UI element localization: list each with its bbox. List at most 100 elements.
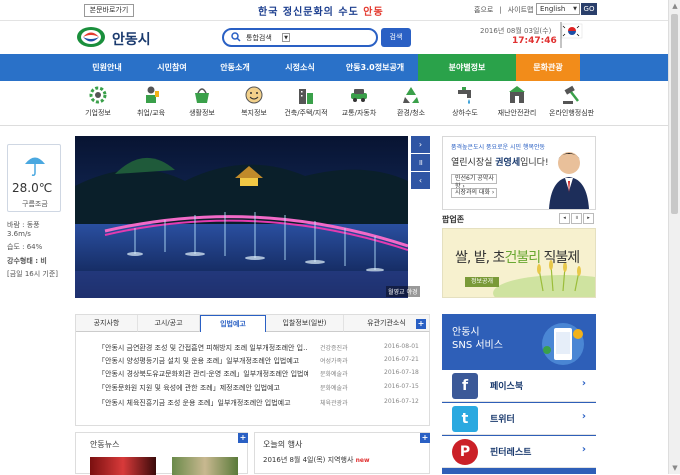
popup-zone-title: 팝업존 [442,215,465,224]
chevron-down-icon[interactable]: ▼ [282,33,290,42]
quick-item-business[interactable]: 기업정보 [76,85,120,118]
today-events-box: 오늘의 행사 + 2016년 8월 4일(목) 지역행사 new [254,432,430,474]
search-button[interactable]: 검색 [381,28,411,47]
home-link[interactable]: 홈으로 [474,6,493,14]
nav-item-intro[interactable]: 안동소개 [202,54,268,81]
popup-controls: ◂ ॥ ▸ [558,212,596,224]
gavel-icon [563,85,579,104]
vertical-scrollbar[interactable]: ▲ ▼ [668,0,680,474]
notices-more-button[interactable]: + [416,319,426,329]
precipitation: 강수형태 : 비 [7,257,47,265]
popup-next-button[interactable]: ▸ [583,213,594,224]
events-more-button[interactable]: + [420,433,430,443]
list-item[interactable]: 「안동시 경상북도유교문화회관 관리·운영 조례」일부개정조례안 입법예... 문… [94,369,419,382]
car-icon [351,89,367,102]
popup-banner-button[interactable]: 정보공개 [465,277,499,287]
chevron-right-icon: › [581,411,586,422]
main-slideshow[interactable] [75,136,408,298]
quick-service-bar: 기업정보 취업/교육 생활정보 복지정보 건축/주택/지적 교통/자동차 환경/… [0,81,668,126]
nav-item-news[interactable]: 시정소식 [268,54,332,81]
tab-notices[interactable]: 공지사항 [76,315,138,332]
quick-item-disaster[interactable]: 재난안전관리 [495,85,539,118]
umbrella-icon [25,157,45,176]
popup-banner[interactable]: 쌀, 밭, 초건불리 직불제 정보공개 [442,228,596,298]
skip-to-content-link[interactable]: 본문바로가기 [84,4,134,17]
mayor-tagline: 품격높은도시 풍요로운 시민 행복안동 [451,144,546,151]
slide-caption: 월영교 야경 [386,286,420,297]
nav-item-participation[interactable]: 시민참여 [142,54,202,81]
quick-item-traffic[interactable]: 교통/자동차 [337,85,381,118]
andong-logo-icon[interactable] [76,26,106,48]
slide-prev-button[interactable]: ‹ [411,172,430,189]
quick-item-water[interactable]: 상하수도 [443,85,487,118]
list-item[interactable]: 「안동시 금연환경 조성 및 간접흡연 피해방지 조례 일부개정조례안 입...… [94,343,419,356]
search-scope-select[interactable]: 통합검색 [246,33,272,43]
search-box[interactable]: 통합검색 ▼ [222,28,378,47]
chevron-right-icon: › [581,378,586,389]
news-thumbnail[interactable] [90,457,156,475]
andong-news-title: 안동뉴스 [90,440,120,449]
scroll-down-icon[interactable]: ▼ [669,462,680,474]
mayor-title: 열린시장실 권영세입니다! [451,158,549,168]
list-item[interactable]: 「안동시 체육진흥기금 조성 운용 조례」일부개정조례안 입법예고 체육관광과 20… [94,398,419,411]
gear-person-icon [89,86,107,104]
nav-item-culture-tour[interactable]: 문화관광 [516,54,580,81]
logo-text[interactable]: 안동시 [112,29,151,49]
quick-item-life[interactable]: 생활정보 [180,85,224,118]
notice-tabs-panel: 공지사항 고시/공고 입법예고 입찰정보(일반) 유관기관소식 「안동시 금연환… [75,314,430,426]
weather-widget: 28.0℃ 구름조금 바람 : 동풍 3.6m/s 습도 : 64% 강수형태 … [0,142,68,278]
nav-item-field-info[interactable]: 분야별정보 [418,54,516,81]
tab-bidding[interactable]: 입찰정보(일반) [266,315,344,332]
twitter-link[interactable]: t 트위터 › [442,403,596,435]
language-select[interactable]: English ▼ [536,3,580,15]
weather-updated: [금일 16시 기준] [7,270,59,278]
quick-item-job[interactable]: 취업/교육 [129,85,173,118]
faucet-icon [458,87,471,104]
pledge-button[interactable]: 민선6기 공약사항 › [451,174,497,190]
facebook-icon: f [452,373,478,399]
talk-with-mayor-button[interactable]: 시장과의 대화 › [451,188,497,198]
popup-prev-button[interactable]: ◂ [559,213,570,224]
andong-news-more-button[interactable]: + [238,433,248,443]
scrollbar-thumb[interactable] [671,14,678,214]
mayor-portrait [549,152,589,209]
list-item[interactable]: 「안동문화원 지원 및 육성에 관한 조례」제정조례안 입법예고 문화예술과 201… [94,383,419,396]
quick-item-environment[interactable]: 환경/청소 [389,85,433,118]
weather-box: 28.0℃ 구름조금 [7,144,61,212]
popup-banner-text: 쌀, 밭, 초건불리 직불제 [455,250,580,266]
slide-pause-button[interactable]: ॥ [411,154,430,171]
slide-next-button[interactable]: › [411,136,430,153]
city-slogan: 한국 정신문화의 수도 안동 [258,7,384,18]
current-date: 2016년 08월 03일(수) [480,27,552,35]
facebook-link[interactable]: f 페이스북 › [442,370,596,402]
tab-announcements[interactable]: 고시/공고 [138,315,200,332]
language-go-button[interactable]: GO [581,3,597,15]
disaster-safety-icon [509,86,525,103]
mayor-banner[interactable]: 품격높은도시 풍요로운 시민 행복안동 열린시장실 권영세입니다! 민선6기 공… [442,136,596,210]
slide-controls: › ॥ ‹ [411,136,430,190]
list-item[interactable]: 「안동시 양성평등기금 설치 및 운용 조례」일부개정조례안 입법예고 여성가족과… [94,356,419,369]
pinterest-link[interactable]: P 핀터레스트 › [442,436,596,468]
andong-news-box: 안동뉴스 + [75,432,248,475]
humidity: 습도 : 64% [7,243,43,251]
tab-legislation[interactable]: 입법예고 [200,315,266,332]
nav-item-open-info[interactable]: 안동3.0정보공개 [332,54,418,81]
sns-panel: 안동시 SNS 서비스 f 페이스북 › t 트위터 › P 핀터레스트 › [442,314,596,474]
shopping-basket-icon [195,88,209,103]
sitemap-link[interactable]: 사이트맵 [508,6,534,14]
news-thumbnail[interactable] [172,457,238,475]
temperature: 28.0℃ [12,181,53,195]
twitter-icon: t [452,406,478,432]
event-item[interactable]: 2016년 8월 4일(목) 지역행사 new [263,455,370,465]
quick-item-building[interactable]: 건축/주택/지적 [284,85,328,118]
bridge-night-photo [75,136,408,298]
nav-item-civil[interactable]: 민원안내 [72,54,142,81]
today-events-title: 오늘의 행사 [263,440,303,449]
quick-item-welfare[interactable]: 복지정보 [232,85,276,118]
popup-pause-button[interactable]: ॥ [571,213,582,224]
smiling-face-icon [245,86,263,104]
main-nav: 민원안내 시민참여 안동소개 시정소식 안동3.0정보공개 분야별정보 문화관광 [0,54,668,81]
scroll-up-icon[interactable]: ▲ [669,0,680,12]
quick-item-judgment[interactable]: 온라인행정심판 [549,85,594,118]
top-divider [0,20,668,21]
